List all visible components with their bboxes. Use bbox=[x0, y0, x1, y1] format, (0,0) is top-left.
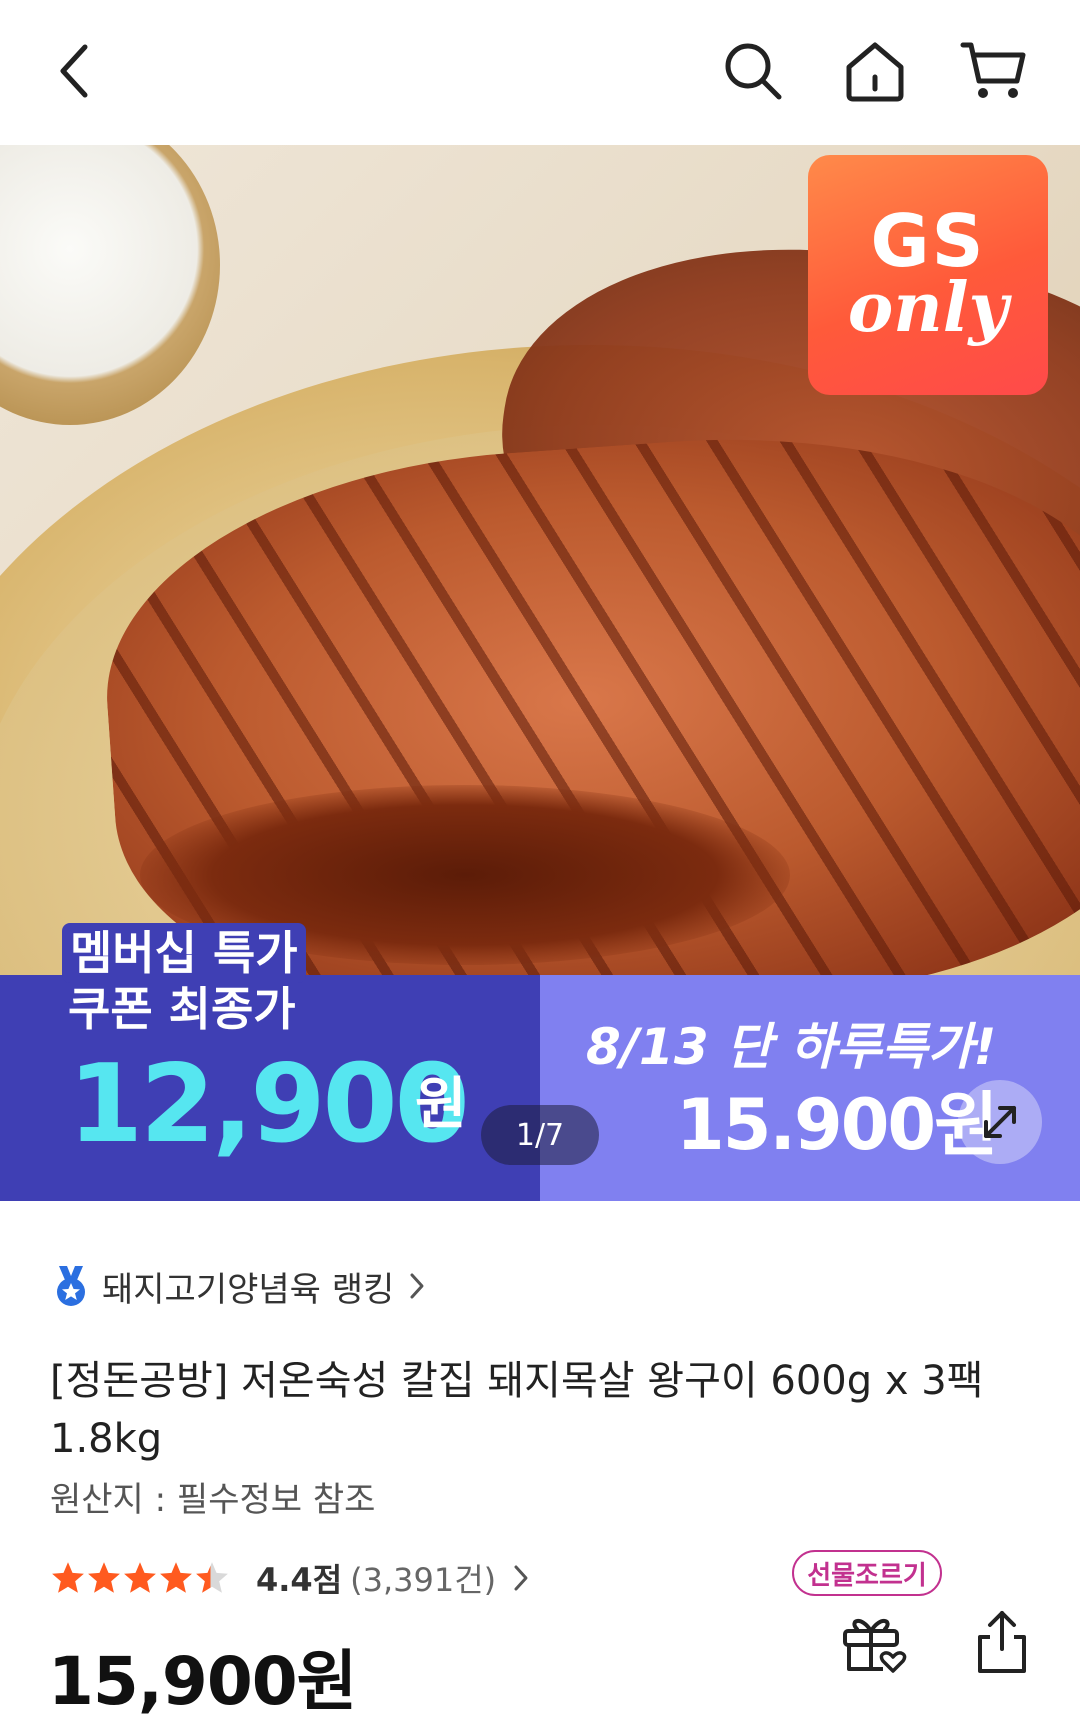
promo-tag: 멤버십 특가 bbox=[62, 923, 306, 983]
chevron-right-icon bbox=[514, 1565, 528, 1591]
promo-price: 12,900 bbox=[68, 1042, 470, 1167]
rating-score: 4.4점 bbox=[256, 1561, 343, 1599]
product-image-carousel[interactable]: GS only 멤버십 특가 쿠폰 최종가 12,900 원 8/13 단 하루… bbox=[0, 145, 1080, 1201]
promo-subtitle: 쿠폰 최종가 bbox=[68, 982, 296, 1036]
search-button[interactable] bbox=[718, 36, 788, 106]
product-origin: 원산지 : 필수정보 참조 bbox=[50, 1480, 376, 1520]
star-icon bbox=[196, 1562, 228, 1593]
promo-date: 8/13 단 하루특가! bbox=[586, 1018, 997, 1076]
gift-request-label[interactable]: 선물조르기 bbox=[792, 1550, 942, 1596]
star-icon bbox=[88, 1562, 120, 1593]
share-icon bbox=[978, 1611, 1026, 1673]
search-icon bbox=[725, 43, 782, 100]
gs-only-badge: GS only bbox=[808, 155, 1048, 395]
back-button[interactable] bbox=[40, 36, 110, 106]
expand-icon bbox=[984, 1106, 1016, 1138]
cart-icon bbox=[960, 42, 1026, 98]
image-counter: 1/7 bbox=[481, 1105, 599, 1165]
home-icon bbox=[846, 42, 904, 102]
chevron-left-icon bbox=[60, 44, 88, 98]
product-title: [정돈공방] 저온숙성 칼집 돼지목살 왕구이 600g x 3팩 1.8kg bbox=[50, 1358, 984, 1462]
star-icon bbox=[52, 1562, 84, 1593]
gift-icon bbox=[843, 1619, 907, 1673]
review-count: (3,391건) bbox=[350, 1561, 497, 1599]
star-icon bbox=[160, 1562, 192, 1593]
badge-line2: only bbox=[847, 268, 1009, 348]
medal-icon bbox=[57, 1266, 85, 1306]
promo-day-price: 15.900원 bbox=[676, 1084, 999, 1166]
rice-bowl-image bbox=[0, 145, 220, 425]
badge-line1: GS bbox=[870, 199, 986, 283]
promo-currency: 원 bbox=[415, 1072, 467, 1137]
cart-button[interactable] bbox=[958, 36, 1028, 106]
expand-image-button[interactable] bbox=[958, 1080, 1042, 1164]
gift-button[interactable] bbox=[832, 1602, 912, 1682]
product-price: 15,900원 bbox=[48, 1643, 357, 1720]
home-button[interactable] bbox=[840, 36, 910, 106]
ranking-link[interactable]: 돼지고기양념육 랭킹 bbox=[52, 1262, 426, 1310]
rating-stars bbox=[50, 1560, 230, 1596]
ranking-label: 돼지고기양념육 랭킹 bbox=[102, 1269, 395, 1310]
top-bar bbox=[0, 0, 1080, 145]
share-button[interactable] bbox=[962, 1602, 1042, 1682]
rating-link[interactable]: 4.4점 (3,391건) bbox=[50, 1554, 530, 1602]
star-icon bbox=[124, 1562, 156, 1593]
chevron-right-icon bbox=[410, 1273, 424, 1299]
